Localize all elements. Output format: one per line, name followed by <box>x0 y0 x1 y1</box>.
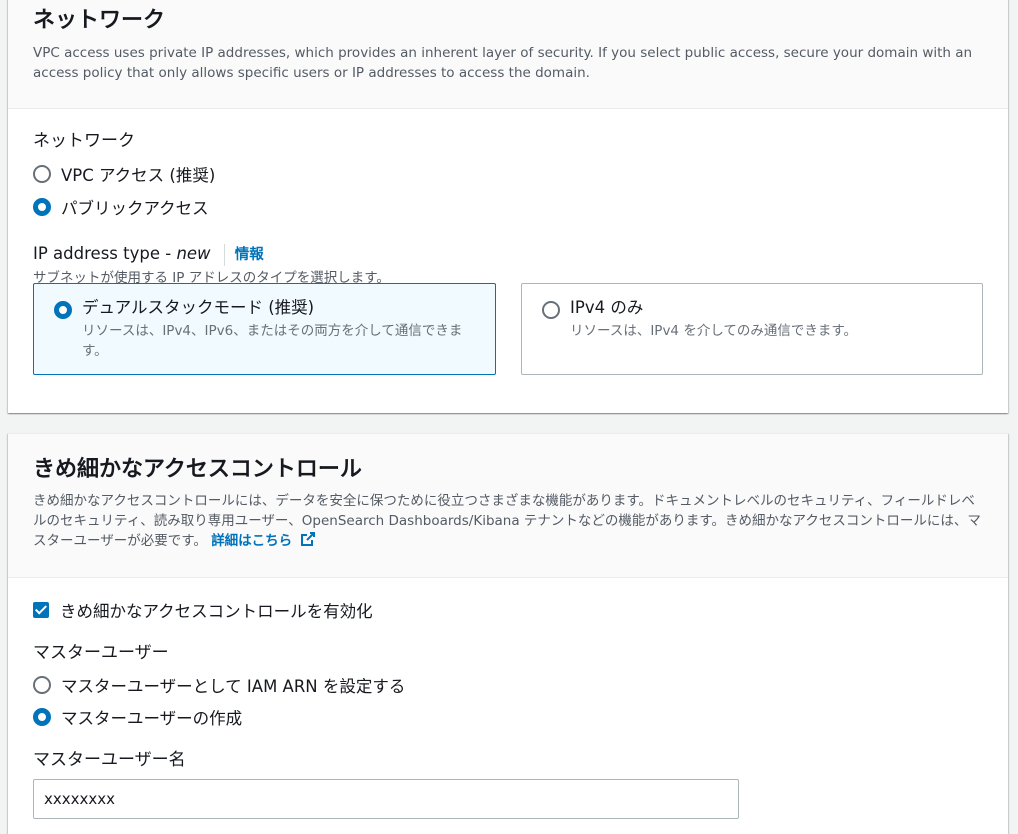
info-link[interactable]: 情報 <box>235 247 264 263</box>
network-field-label: ネットワーク <box>33 131 135 151</box>
network-description: VPC access uses private IP addresses, wh… <box>33 45 973 81</box>
radio-public-access[interactable]: パブリックアクセス <box>33 195 209 219</box>
fgac-title: きめ細かなアクセスコントロール <box>33 457 362 482</box>
network-panel: ネットワーク VPC access uses private IP addres… <box>8 0 1008 413</box>
radio-vpc-access[interactable]: VPC アクセス (推奨) <box>33 162 215 186</box>
card-description: リソースは、IPv4 を介してのみ通信できます。 <box>570 323 858 339</box>
radio-button[interactable] <box>542 301 560 319</box>
radio-label: マスターユーザーの作成 <box>61 709 243 728</box>
radio-label: パブリックアクセス <box>61 199 209 218</box>
radio-button[interactable] <box>33 165 51 183</box>
label-divider <box>223 243 225 266</box>
radio-button-checked[interactable] <box>33 198 51 216</box>
network-panel-header: ネットワーク VPC access uses private IP addres… <box>8 0 1008 109</box>
network-title: ネットワーク <box>33 8 166 33</box>
fgac-description-text: きめ細かなアクセスコントロールには、データを安全に保つために役立つさまざまな機能… <box>33 493 981 549</box>
ip-type-new-tag: new <box>176 244 211 263</box>
radio-button[interactable] <box>33 676 51 694</box>
master-username-input[interactable]: xxxxxxxx <box>33 779 739 819</box>
fgac-description: きめ細かなアクセスコントロールには、データを安全に保つために役立つさまざまな機能… <box>33 491 988 551</box>
learn-more-text: 詳細はこちら <box>211 533 293 549</box>
external-link-icon <box>300 532 315 546</box>
enable-fgac-checkbox[interactable]: きめ細かなアクセスコントロールを有効化 <box>33 598 373 622</box>
master-username-label: マスターユーザー名 <box>33 750 186 770</box>
radio-iam-arn[interactable]: マスターユーザーとして IAM ARN を設定する <box>33 673 405 697</box>
card-ipv4-only[interactable]: IPv4 のみ リソースは、IPv4 を介してのみ通信できます。 <box>521 283 983 375</box>
ip-type-label-text: IP address type - <box>33 244 177 263</box>
radio-label: マスターユーザーとして IAM ARN を設定する <box>61 677 406 696</box>
checkbox-label: きめ細かなアクセスコントロールを有効化 <box>60 602 373 621</box>
radio-button-checked[interactable] <box>33 708 51 726</box>
ip-type-label: IP address type - new 情報 <box>33 242 264 267</box>
radio-button-checked[interactable] <box>54 301 72 319</box>
radio-create-master-user[interactable]: マスターユーザーの作成 <box>33 705 242 729</box>
card-description: リソースは、IPv4、IPv6、またはその両方を介して通信できます。 <box>82 323 463 359</box>
learn-more-link[interactable]: 詳細はこちら <box>211 532 316 549</box>
card-title: IPv4 のみ <box>570 298 644 317</box>
checkbox-checked[interactable] <box>33 602 49 618</box>
fgac-panel: きめ細かなアクセスコントロール きめ細かなアクセスコントロールには、データを安全… <box>8 433 1008 834</box>
card-title: デュアルスタックモード (推奨) <box>82 298 315 317</box>
radio-label: VPC アクセス (推奨) <box>61 166 216 185</box>
master-user-label: マスターユーザー <box>33 643 169 663</box>
card-dual-stack[interactable]: デュアルスタックモード (推奨) リソースは、IPv4、IPv6、またはその両方… <box>33 283 496 375</box>
fgac-panel-header: きめ細かなアクセスコントロール きめ細かなアクセスコントロールには、データを安全… <box>8 434 1008 578</box>
